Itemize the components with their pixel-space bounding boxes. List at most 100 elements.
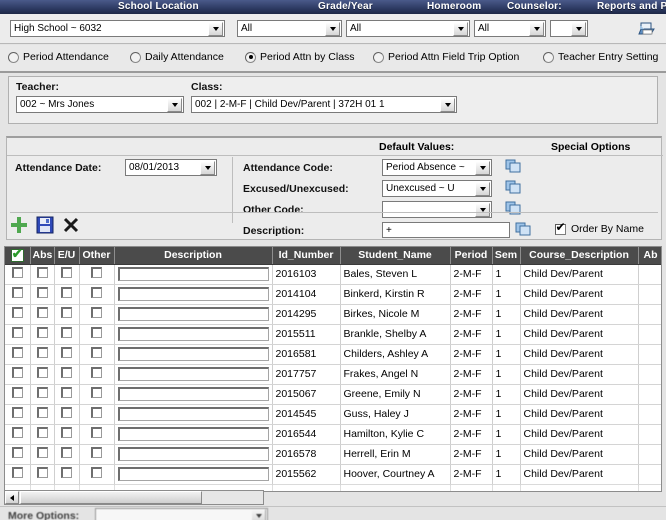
chevron-down-icon[interactable]	[571, 21, 586, 36]
column-header-student-name[interactable]: Student_Name	[340, 247, 451, 265]
radio-teacher-entry-setting[interactable]: Teacher Entry Setting	[543, 51, 658, 63]
cell-other[interactable]	[79, 384, 115, 405]
cell-other[interactable]	[79, 264, 115, 285]
description-row-input[interactable]	[117, 427, 269, 441]
other-checkbox[interactable]	[91, 327, 102, 338]
cell-abs[interactable]	[30, 264, 55, 285]
radio-indicator-selected-icon[interactable]	[245, 51, 256, 63]
printer-icon[interactable]	[637, 20, 657, 37]
description-row-input[interactable]	[117, 287, 269, 301]
table-row[interactable]: 2016578 Herrell, Erin M 2-M-F 1 Child Dev/Pa…	[5, 444, 661, 465]
select-checkbox[interactable]	[11, 467, 23, 478]
chevron-down-icon[interactable]	[475, 160, 490, 175]
eu-checkbox[interactable]	[61, 307, 72, 318]
extra-filter-select[interactable]	[550, 20, 588, 37]
cell-eu[interactable]	[54, 464, 80, 485]
description-row-input[interactable]	[117, 267, 269, 281]
cell-eu[interactable]	[54, 324, 80, 345]
cell-other[interactable]	[79, 284, 115, 305]
cell-abs[interactable]	[30, 344, 55, 365]
other-checkbox[interactable]	[91, 307, 102, 318]
cell-description[interactable]	[114, 444, 273, 465]
abs-checkbox[interactable]	[36, 387, 48, 398]
radio-period-attn-by-class[interactable]: Period Attn by Class	[245, 51, 355, 63]
eu-checkbox[interactable]	[61, 327, 72, 338]
description-row-input[interactable]	[117, 387, 269, 401]
cell-other[interactable]	[79, 464, 115, 485]
select-checkbox[interactable]	[11, 347, 23, 358]
table-row[interactable]: 2016581 Childers, Ashley A 2-M-F 1 Child Dev…	[5, 344, 661, 365]
teacher-select[interactable]: 002 ~ Mrs Jones	[16, 96, 184, 113]
abs-checkbox[interactable]	[36, 427, 48, 438]
table-row[interactable]: 2015562 Hoover, Courtney A 2-M-F 1 Child Dev…	[5, 464, 661, 485]
attendance-code-select[interactable]: Period Absence ~	[382, 159, 492, 176]
eu-checkbox[interactable]	[61, 387, 72, 398]
column-header-abs2[interactable]: Ab	[638, 247, 661, 265]
select-checkbox[interactable]	[11, 327, 23, 338]
chevron-down-icon[interactable]	[251, 509, 266, 520]
eu-checkbox[interactable]	[61, 427, 72, 438]
column-header-sem[interactable]: Sem	[492, 247, 521, 265]
cell-eu[interactable]	[54, 304, 80, 325]
column-header-other[interactable]: Other	[79, 247, 115, 265]
plus-icon[interactable]	[10, 216, 28, 234]
calendar-chevron-down-icon[interactable]	[200, 160, 215, 175]
cell-description[interactable]	[114, 264, 273, 285]
cell-select[interactable]	[5, 424, 31, 445]
abs-checkbox[interactable]	[36, 307, 48, 318]
cell-abs[interactable]	[30, 284, 55, 305]
description-row-input[interactable]	[117, 467, 269, 481]
eu-checkbox[interactable]	[61, 447, 72, 458]
description-row-input[interactable]	[117, 367, 269, 381]
scrollbar-thumb[interactable]	[20, 491, 202, 504]
school-location-select[interactable]: High School ~ 6032	[10, 20, 225, 37]
cell-abs[interactable]	[30, 324, 55, 345]
other-checkbox[interactable]	[91, 387, 102, 398]
description-row-input[interactable]	[117, 447, 269, 461]
abs-checkbox[interactable]	[36, 467, 48, 478]
table-row[interactable]: 2014104 Binkerd, Kirstin R 2-M-F 1 Child Dev…	[5, 284, 661, 305]
description-row-input[interactable]	[117, 327, 269, 341]
description-row-input[interactable]	[117, 307, 269, 321]
cell-select[interactable]	[5, 284, 31, 305]
select-checkbox[interactable]	[11, 447, 23, 458]
other-checkbox[interactable]	[91, 427, 102, 438]
class-select[interactable]: 002 | 2-M-F | Child Dev/Parent | 372H 01…	[191, 96, 457, 113]
cell-abs[interactable]	[30, 364, 55, 385]
cell-description[interactable]	[114, 344, 273, 365]
select-all-checkbox-icon[interactable]	[10, 247, 24, 262]
radio-indicator-icon[interactable]	[543, 51, 554, 63]
abs-checkbox[interactable]	[36, 347, 48, 358]
radio-indicator-icon[interactable]	[8, 51, 19, 63]
cell-other[interactable]	[79, 344, 115, 365]
select-checkbox[interactable]	[11, 387, 23, 398]
cell-eu[interactable]	[54, 404, 80, 425]
cell-other[interactable]	[79, 324, 115, 345]
cell-eu[interactable]	[54, 284, 80, 305]
table-row[interactable]: 2016544 Hamilton, Kylie C 2-M-F 1 Child Dev/…	[5, 424, 661, 445]
column-header-id-number[interactable]: Id_Number	[272, 247, 341, 265]
abs-checkbox[interactable]	[36, 327, 48, 338]
cell-select[interactable]	[5, 304, 31, 325]
eu-checkbox[interactable]	[61, 367, 72, 378]
cell-description[interactable]	[114, 304, 273, 325]
other-checkbox[interactable]	[91, 447, 102, 458]
more-options-select[interactable]	[95, 508, 268, 520]
cell-other[interactable]	[79, 404, 115, 425]
cell-other[interactable]	[79, 304, 115, 325]
radio-indicator-icon[interactable]	[130, 51, 141, 63]
chevron-down-icon[interactable]	[529, 21, 544, 36]
cell-description[interactable]	[114, 384, 273, 405]
cell-select[interactable]	[5, 444, 31, 465]
cell-other[interactable]	[79, 424, 115, 445]
radio-period-attendance[interactable]: Period Attendance	[8, 51, 109, 63]
select-checkbox[interactable]	[11, 307, 23, 318]
table-row[interactable]: 2015511 Brankle, Shelby A 2-M-F 1 Child Dev/…	[5, 324, 661, 345]
save-disk-icon[interactable]	[36, 216, 54, 234]
homeroom-select[interactable]: All	[346, 20, 470, 37]
table-row[interactable]: 2016103 Bales, Steven L 2-M-F 1 Child Dev/Pa…	[5, 264, 661, 285]
eu-checkbox[interactable]	[61, 267, 72, 278]
other-checkbox[interactable]	[91, 367, 102, 378]
select-checkbox[interactable]	[11, 287, 23, 298]
select-checkbox[interactable]	[11, 407, 23, 418]
